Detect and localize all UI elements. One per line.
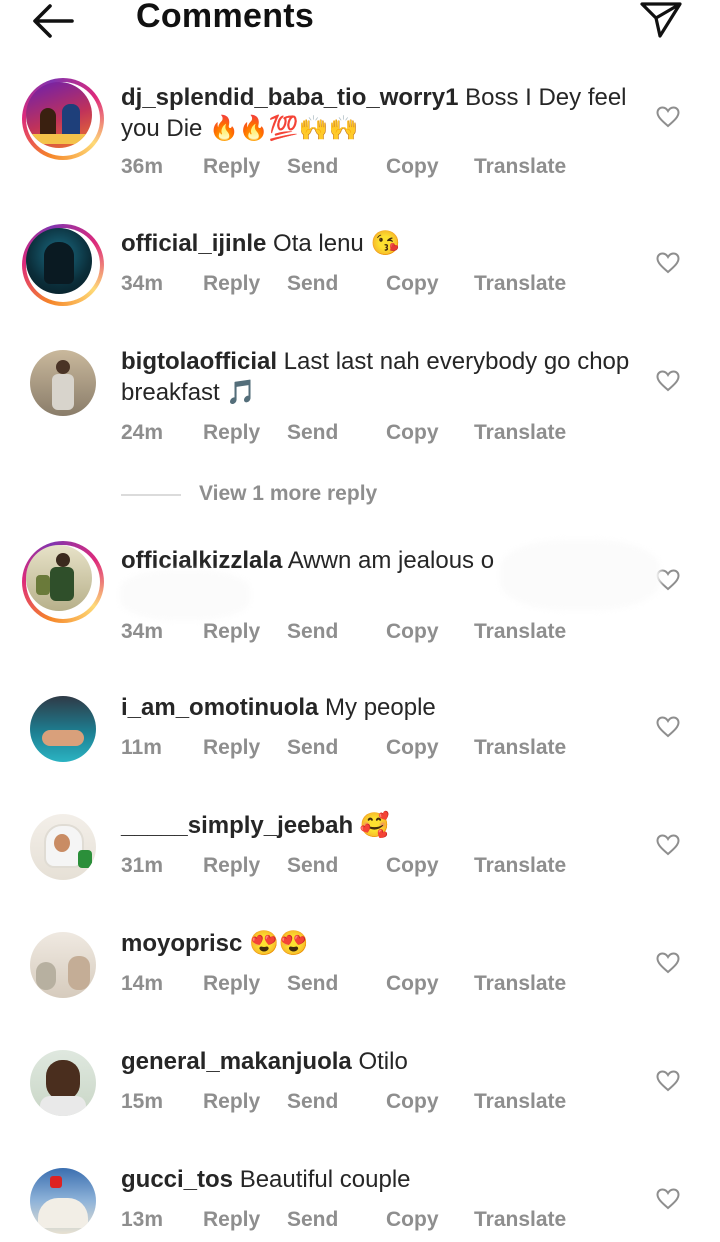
send-button[interactable]: Send [287, 736, 338, 760]
reply-button[interactable]: Reply [203, 1090, 260, 1114]
comment-username[interactable]: moyoprisc [121, 930, 242, 957]
comment-text: moyoprisc 😍😍 [121, 928, 641, 959]
copy-button[interactable]: Copy [386, 854, 439, 878]
send-button[interactable]: Send [287, 972, 338, 996]
watermark-smudge [120, 570, 250, 620]
comment-username[interactable]: _____simply_jeebah [121, 812, 353, 839]
arrow-left-icon[interactable] [30, 2, 76, 40]
copy-button[interactable]: Copy [386, 1090, 439, 1114]
watermark-smudge [500, 540, 660, 610]
comment-username[interactable]: gucci_tos [121, 1166, 233, 1193]
translate-button[interactable]: Translate [474, 972, 566, 996]
comment-username[interactable]: general_makanjuola [121, 1048, 352, 1075]
send-button[interactable]: Send [287, 155, 338, 179]
copy-button[interactable]: Copy [386, 620, 439, 644]
translate-button[interactable]: Translate [474, 421, 566, 445]
avatar[interactable] [22, 1042, 104, 1124]
send-button[interactable]: Send [287, 421, 338, 445]
comment-body: 🥰 [359, 812, 390, 839]
comment-body: Beautiful couple [239, 1166, 411, 1193]
avatar[interactable] [22, 806, 104, 888]
comment-text: bigtolaofficial Last last nah everybody … [121, 346, 641, 408]
reply-button[interactable]: Reply [203, 421, 260, 445]
comment-time: 31m [121, 854, 164, 877]
heart-icon[interactable] [656, 1070, 680, 1092]
comment-time: 13m [121, 1208, 164, 1231]
heart-icon[interactable] [656, 106, 680, 128]
comment-text: i_am_omotinuola My people [121, 692, 641, 723]
comment-time: 11m [121, 736, 162, 759]
comment-username[interactable]: bigtolaofficial [121, 348, 277, 375]
copy-button[interactable]: Copy [386, 1208, 439, 1232]
reply-button[interactable]: Reply [203, 272, 260, 296]
translate-button[interactable]: Translate [474, 155, 566, 179]
translate-button[interactable]: Translate [474, 620, 566, 644]
copy-button[interactable]: Copy [386, 736, 439, 760]
avatar[interactable] [22, 541, 104, 623]
avatar[interactable] [22, 924, 104, 1006]
translate-button[interactable]: Translate [474, 854, 566, 878]
heart-icon[interactable] [656, 370, 680, 392]
heart-icon[interactable] [656, 716, 680, 738]
send-button[interactable]: Send [287, 1208, 338, 1232]
comment-time: 34m [121, 620, 164, 643]
comment-body: Otilo [358, 1048, 408, 1075]
heart-icon[interactable] [656, 252, 680, 274]
send-button[interactable]: Send [287, 272, 338, 296]
comment-body: My people [325, 694, 436, 721]
reply-button[interactable]: Reply [203, 972, 260, 996]
send-button[interactable]: Send [287, 854, 338, 878]
comment-username[interactable]: i_am_omotinuola [121, 694, 318, 721]
divider [121, 494, 181, 496]
avatar[interactable] [22, 224, 104, 306]
heart-icon[interactable] [656, 1188, 680, 1210]
reply-button[interactable]: Reply [203, 854, 260, 878]
copy-button[interactable]: Copy [386, 421, 439, 445]
comment-body: 😍😍 [249, 930, 309, 957]
copy-button[interactable]: Copy [386, 272, 439, 296]
comment-text: general_makanjuola Otilo [121, 1046, 641, 1077]
comment-time: 34m [121, 272, 164, 295]
view-more-label[interactable]: View 1 more reply [199, 482, 377, 506]
comment-username[interactable]: official_ijinle [121, 230, 266, 257]
comment-body: Ota lenu 😘 [273, 230, 401, 257]
comment-body: Awwn am jealous o [287, 547, 495, 574]
heart-icon[interactable] [656, 834, 680, 856]
translate-button[interactable]: Translate [474, 1090, 566, 1114]
avatar[interactable] [22, 78, 104, 160]
translate-button[interactable]: Translate [474, 736, 566, 760]
comment-time: 14m [121, 972, 164, 995]
comment-time: 24m [121, 421, 164, 444]
heart-icon[interactable] [656, 952, 680, 974]
comment-time: 36m [121, 155, 164, 178]
paper-plane-icon[interactable] [638, 0, 684, 40]
copy-button[interactable]: Copy [386, 972, 439, 996]
comment-username[interactable]: dj_splendid_baba_tio_worry1 [121, 84, 458, 111]
translate-button[interactable]: Translate [474, 1208, 566, 1232]
comment-text: _____simply_jeebah 🥰 [121, 810, 641, 841]
avatar[interactable] [22, 342, 104, 424]
translate-button[interactable]: Translate [474, 272, 566, 296]
reply-button[interactable]: Reply [203, 736, 260, 760]
reply-button[interactable]: Reply [203, 155, 260, 179]
avatar[interactable] [22, 1160, 104, 1242]
comment-time: 15m [121, 1090, 164, 1113]
comment-text: dj_splendid_baba_tio_worry1 Boss I Dey f… [121, 82, 641, 144]
send-button[interactable]: Send [287, 620, 338, 644]
header-bar: Comments [0, 0, 720, 40]
reply-button[interactable]: Reply [203, 620, 260, 644]
comment-text: official_ijinle Ota lenu 😘 [121, 228, 641, 259]
copy-button[interactable]: Copy [386, 155, 439, 179]
reply-button[interactable]: Reply [203, 1208, 260, 1232]
comment-text: gucci_tos Beautiful couple [121, 1164, 641, 1195]
page-title: Comments [136, 0, 315, 35]
avatar[interactable] [22, 688, 104, 770]
send-button[interactable]: Send [287, 1090, 338, 1114]
